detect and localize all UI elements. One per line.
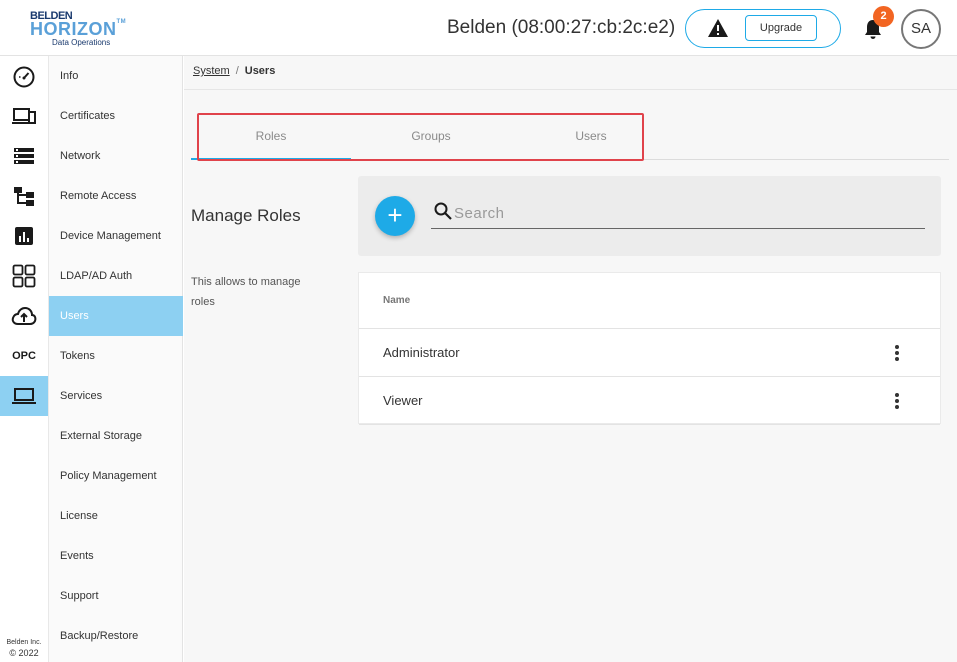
notification-badge: 2 xyxy=(873,6,894,27)
rail-footer: Belden Inc. © 2022 xyxy=(0,637,48,659)
subnav-item-policy-management[interactable]: Policy Management xyxy=(49,456,183,496)
search-icon xyxy=(434,202,452,220)
logo-trademark: TM xyxy=(116,19,127,25)
system-subnav: Info Certificates Network Remote Access … xyxy=(49,56,183,662)
cloud-upload-icon xyxy=(11,306,37,325)
tab-users[interactable]: Users xyxy=(511,120,671,160)
page-description: This allows to manage roles xyxy=(191,276,301,308)
tab-bar: Roles Groups Users xyxy=(191,120,949,160)
subnav-item-remote-access[interactable]: Remote Access xyxy=(49,176,183,216)
subnav-item-tokens[interactable]: Tokens xyxy=(49,336,183,376)
breadcrumb-system-link[interactable]: System xyxy=(193,65,230,77)
column-header-name[interactable]: Name xyxy=(383,295,410,306)
rail-hierarchy[interactable] xyxy=(0,176,48,216)
role-name: Administrator xyxy=(383,345,460,360)
more-vert-icon[interactable] xyxy=(892,343,902,363)
rail-devices[interactable] xyxy=(0,96,48,136)
table-header: Name xyxy=(359,273,940,329)
logo-line3: Data Operations xyxy=(52,38,111,47)
role-name: Viewer xyxy=(383,393,423,408)
search-input[interactable] xyxy=(454,202,919,224)
logo-horizon-text: HORIZON xyxy=(30,19,117,39)
chart-icon xyxy=(15,227,33,245)
subnav-item-info[interactable]: Info xyxy=(49,56,183,96)
opc-icon: OPC xyxy=(12,350,36,362)
subnav-item-license[interactable]: License xyxy=(49,496,183,536)
apps-grid-icon xyxy=(12,264,36,288)
breadcrumb-separator: / xyxy=(235,65,239,77)
add-role-button[interactable]: + xyxy=(375,196,415,236)
rail-dashboard[interactable] xyxy=(0,56,48,96)
breadcrumb: System / Users xyxy=(193,65,275,77)
subnav-item-device-management[interactable]: Device Management xyxy=(49,216,183,256)
tab-roles[interactable]: Roles xyxy=(191,120,351,160)
laptop-icon xyxy=(12,388,36,404)
more-vert-icon[interactable] xyxy=(892,391,902,411)
avatar[interactable]: SA xyxy=(901,9,941,49)
rail-chart[interactable] xyxy=(0,216,48,256)
breadcrumb-divider xyxy=(184,89,957,90)
dashboard-gauge-icon xyxy=(13,66,35,88)
company-name: Belden Inc. xyxy=(6,639,42,646)
warning-icon xyxy=(708,19,728,37)
subnav-item-external-storage[interactable]: External Storage xyxy=(49,416,183,456)
subnav-item-services[interactable]: Services xyxy=(49,376,183,416)
icon-rail: OPC Belden Inc. © 2022 xyxy=(0,56,49,662)
top-header: BELDEN HORIZONTM Data Operations Belden … xyxy=(0,0,957,56)
main-content: System / Users Roles Groups Users Manage R… xyxy=(184,56,957,662)
page-title: Manage Roles xyxy=(191,206,301,225)
subnav-item-ldap-ad-auth[interactable]: LDAP/AD Auth xyxy=(49,256,183,296)
rail-opc[interactable]: OPC xyxy=(0,336,48,376)
list-icon xyxy=(14,148,34,164)
copyright: © 2022 xyxy=(9,648,39,658)
device-name: Belden (08:00:27:cb:2c:e2) xyxy=(447,17,676,38)
rail-list[interactable] xyxy=(0,136,48,176)
subnav-item-users[interactable]: Users xyxy=(49,296,183,336)
subnav-item-network[interactable]: Network xyxy=(49,136,183,176)
roles-toolbar: + xyxy=(358,176,941,256)
subnav-item-backup-restore[interactable]: Backup/Restore xyxy=(49,616,183,656)
roles-table: Name Administrator Viewer xyxy=(358,272,941,425)
rail-system[interactable] xyxy=(0,376,48,416)
table-row[interactable]: Viewer xyxy=(359,377,940,425)
subnav-item-events[interactable]: Events xyxy=(49,536,183,576)
breadcrumb-current: Users xyxy=(244,65,276,77)
upgrade-banner: Upgrade xyxy=(685,9,841,48)
belden-horizon-logo[interactable]: BELDEN HORIZONTM Data Operations xyxy=(30,8,126,50)
devices-icon xyxy=(12,108,36,124)
subnav-item-support[interactable]: Support xyxy=(49,576,183,616)
search-field xyxy=(431,200,925,229)
table-row[interactable]: Administrator xyxy=(359,329,940,377)
tab-groups[interactable]: Groups xyxy=(351,120,511,160)
upgrade-button[interactable]: Upgrade xyxy=(745,15,817,41)
hierarchy-icon xyxy=(14,187,34,206)
rail-cloud[interactable] xyxy=(0,296,48,336)
rail-apps[interactable] xyxy=(0,256,48,296)
subnav-item-certificates[interactable]: Certificates xyxy=(49,96,183,136)
logo-line2: HORIZONTM xyxy=(30,19,126,40)
